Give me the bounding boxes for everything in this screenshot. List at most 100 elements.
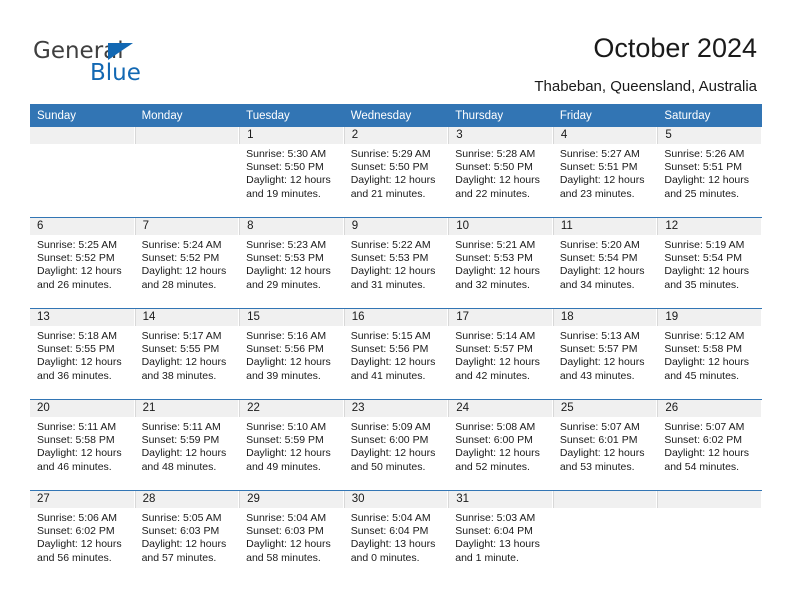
calendar-cell-inner: 11 Sunrise: 5:20 AM Sunset: 5:54 PM Dayligh… — [552, 218, 658, 308]
sunset-time: Sunset: 5:50 PM — [350, 161, 429, 174]
calendar-cell-day[interactable]: 29 Sunrise: 5:04 AM Sunset: 6:03 PM Dayligh… — [239, 490, 344, 581]
sunset-time: Sunset: 5:50 PM — [455, 161, 533, 174]
calendar-cell-day[interactable]: 15 Sunrise: 5:16 AM Sunset: 5:56 PM Dayligh… — [239, 308, 344, 400]
sunset-time: Sunset: 5:57 PM — [455, 343, 533, 356]
calendar-cell-day[interactable]: 4 Sunrise: 5:27 AM Sunset: 5:51 PM Daylight… — [552, 127, 658, 218]
daylight-line-2: and 57 minutes. — [141, 551, 217, 564]
sunset-time: Sunset: 6:02 PM — [664, 434, 743, 447]
calendar-cell-day[interactable]: 5 Sunrise: 5:26 AM Sunset: 5:51 PM Daylight… — [657, 127, 762, 218]
sunrise-time: Sunrise: 5:28 AM — [455, 148, 536, 160]
day-details: Sunrise: 5:19 AM Sunset: 5:54 PM Daylight:… — [657, 235, 762, 292]
calendar-cell-day[interactable]: 23 Sunrise: 5:09 AM Sunset: 6:00 PM Dayligh… — [343, 399, 449, 491]
calendar-cell-day[interactable]: 2 Sunrise: 5:29 AM Sunset: 5:50 PM Daylight… — [343, 127, 449, 218]
calendar-cell-day[interactable]: 8 Sunrise: 5:23 AM Sunset: 5:53 PM Daylight… — [239, 217, 344, 309]
calendar-cell-day[interactable]: 26 Sunrise: 5:07 AM Sunset: 6:02 PM Dayligh… — [657, 399, 762, 491]
calendar-cell-day[interactable]: 19 Sunrise: 5:12 AM Sunset: 5:58 PM Dayligh… — [657, 308, 762, 400]
sunset-time: Sunset: 5:51 PM — [559, 161, 638, 174]
day-number: 18 — [552, 309, 658, 326]
calendar-cell-inner — [134, 127, 240, 217]
calendar-cell-day[interactable]: 16 Sunrise: 5:15 AM Sunset: 5:56 PM Dayligh… — [343, 308, 449, 400]
calendar-cell-inner: 3 Sunrise: 5:28 AM Sunset: 5:50 PM Daylight… — [448, 127, 553, 217]
page-title: October 2024 — [593, 33, 757, 63]
calendar-cell-day[interactable]: 11 Sunrise: 5:20 AM Sunset: 5:54 PM Dayligh… — [552, 217, 658, 309]
logo-triangle-icon — [108, 43, 133, 60]
day-details: Sunrise: 5:04 AM Sunset: 6:03 PM Daylight:… — [239, 508, 344, 565]
day-number: 2 — [343, 127, 449, 144]
calendar-cell-inner: 5 Sunrise: 5:26 AM Sunset: 5:51 PM Daylight… — [657, 127, 762, 217]
calendar-cell-inner: 8 Sunrise: 5:23 AM Sunset: 5:53 PM Daylight… — [239, 218, 344, 308]
calendar-cell-day[interactable]: 3 Sunrise: 5:28 AM Sunset: 5:50 PM Daylight… — [448, 127, 553, 218]
daylight-line-1: Daylight: 12 hours — [559, 447, 645, 460]
calendar-cell-day[interactable]: 18 Sunrise: 5:13 AM Sunset: 5:57 PM Dayligh… — [552, 308, 658, 400]
daylight-line-1: Daylight: 12 hours — [350, 265, 436, 278]
day-number: 7 — [134, 218, 240, 235]
day-details: Sunrise: 5:30 AM Sunset: 5:50 PM Daylight:… — [239, 144, 344, 201]
daylight-line-1: Daylight: 12 hours — [246, 538, 331, 551]
calendar-cell-day[interactable]: 17 Sunrise: 5:14 AM Sunset: 5:57 PM Dayligh… — [448, 308, 553, 400]
calendar-cell-inner: 4 Sunrise: 5:27 AM Sunset: 5:51 PM Daylight… — [552, 127, 658, 217]
sunrise-time: Sunrise: 5:27 AM — [559, 148, 640, 160]
sunrise-time: Sunrise: 5:04 AM — [246, 512, 327, 524]
sunrise-time: Sunrise: 5:03 AM — [455, 512, 536, 524]
sunrise-time: Sunrise: 5:10 AM — [246, 421, 327, 433]
daylight-line-1: Daylight: 12 hours — [455, 447, 540, 460]
sunrise-time: Sunrise: 5:26 AM — [664, 148, 745, 160]
sunset-time: Sunset: 5:55 PM — [37, 343, 115, 356]
day-number: 22 — [239, 400, 344, 417]
sunset-time: Sunset: 6:03 PM — [246, 525, 324, 538]
day-number — [657, 491, 762, 508]
daylight-line-2: and 48 minutes. — [141, 460, 217, 473]
day-details: Sunrise: 5:12 AM Sunset: 5:58 PM Daylight:… — [657, 326, 762, 383]
daylight-line-1: Daylight: 12 hours — [455, 174, 540, 187]
calendar-cell-inner: 30 Sunrise: 5:04 AM Sunset: 6:04 PM Dayligh… — [343, 491, 449, 581]
weekday-header-tuesday: Tuesday — [239, 104, 344, 127]
calendar-cell-day[interactable]: 24 Sunrise: 5:08 AM Sunset: 6:00 PM Dayligh… — [448, 399, 553, 491]
daylight-line-1: Daylight: 12 hours — [37, 447, 122, 460]
day-number: 26 — [657, 400, 762, 417]
calendar-cell-day[interactable]: 20 Sunrise: 5:11 AM Sunset: 5:58 PM Dayligh… — [30, 399, 135, 491]
day-number: 15 — [239, 309, 344, 326]
day-details: Sunrise: 5:21 AM Sunset: 5:53 PM Daylight:… — [448, 235, 553, 292]
day-details: Sunrise: 5:04 AM Sunset: 6:04 PM Daylight:… — [344, 508, 449, 565]
day-number: 3 — [448, 127, 553, 144]
calendar-cell-day[interactable]: 28 Sunrise: 5:05 AM Sunset: 6:03 PM Dayligh… — [134, 490, 240, 581]
calendar-cell-day[interactable]: 27 Sunrise: 5:06 AM Sunset: 6:02 PM Dayligh… — [30, 490, 135, 581]
calendar-cell-day[interactable]: 21 Sunrise: 5:11 AM Sunset: 5:59 PM Dayligh… — [134, 399, 240, 491]
daylight-line-1: Daylight: 13 hours — [455, 538, 540, 551]
weekday-header-thursday: Thursday — [448, 104, 553, 127]
sunrise-time: Sunrise: 5:04 AM — [350, 512, 431, 524]
weekday-header-wednesday: Wednesday — [343, 104, 449, 127]
calendar-week-row: 20 Sunrise: 5:11 AM Sunset: 5:58 PM Dayligh… — [30, 399, 762, 491]
day-number: 29 — [239, 491, 344, 508]
calendar-cell-day[interactable]: 10 Sunrise: 5:21 AM Sunset: 5:53 PM Dayligh… — [448, 217, 553, 309]
calendar-cell-inner: 2 Sunrise: 5:29 AM Sunset: 5:50 PM Daylight… — [343, 127, 449, 217]
day-number — [134, 127, 240, 144]
calendar-week-row: 1 Sunrise: 5:30 AM Sunset: 5:50 PM Daylight… — [30, 127, 762, 218]
calendar-cell-day[interactable]: 25 Sunrise: 5:07 AM Sunset: 6:01 PM Dayligh… — [552, 399, 658, 491]
daylight-line-2: and 56 minutes. — [37, 551, 112, 564]
day-details: Sunrise: 5:07 AM Sunset: 6:02 PM Daylight:… — [657, 417, 762, 474]
sunrise-time: Sunrise: 5:09 AM — [350, 421, 431, 433]
sunset-time: Sunset: 5:53 PM — [350, 252, 429, 265]
calendar-cell-day[interactable]: 7 Sunrise: 5:24 AM Sunset: 5:52 PM Daylight… — [134, 217, 240, 309]
calendar-cell-day[interactable]: 13 Sunrise: 5:18 AM Sunset: 5:55 PM Dayligh… — [30, 308, 135, 400]
calendar-cell-inner: 15 Sunrise: 5:16 AM Sunset: 5:56 PM Dayligh… — [239, 309, 344, 399]
sunrise-time: Sunrise: 5:25 AM — [37, 239, 117, 251]
day-details: Sunrise: 5:28 AM Sunset: 5:50 PM Daylight:… — [448, 144, 553, 201]
sunrise-time: Sunrise: 5:18 AM — [37, 330, 117, 342]
calendar-cell-day[interactable]: 14 Sunrise: 5:17 AM Sunset: 5:55 PM Dayligh… — [134, 308, 240, 400]
calendar-cell-day[interactable]: 30 Sunrise: 5:04 AM Sunset: 6:04 PM Dayligh… — [343, 490, 449, 581]
calendar-cell-day[interactable]: 9 Sunrise: 5:22 AM Sunset: 5:53 PM Daylight… — [343, 217, 449, 309]
calendar-cell-day[interactable]: 6 Sunrise: 5:25 AM Sunset: 5:52 PM Daylight… — [30, 217, 135, 309]
day-details: Sunrise: 5:10 AM Sunset: 5:59 PM Daylight:… — [239, 417, 344, 474]
day-details: Sunrise: 5:20 AM Sunset: 5:54 PM Daylight:… — [553, 235, 658, 292]
daylight-line-1: Daylight: 12 hours — [664, 447, 750, 460]
calendar-cell-day[interactable]: 1 Sunrise: 5:30 AM Sunset: 5:50 PM Daylight… — [239, 127, 344, 218]
sunrise-time: Sunrise: 5:05 AM — [141, 512, 222, 524]
calendar-cell-day[interactable]: 22 Sunrise: 5:10 AM Sunset: 5:59 PM Dayligh… — [239, 399, 344, 491]
day-details: Sunrise: 5:25 AM Sunset: 5:52 PM Daylight:… — [30, 235, 135, 292]
calendar-body: 1 Sunrise: 5:30 AM Sunset: 5:50 PM Daylight… — [30, 127, 762, 581]
calendar-cell-day[interactable]: 31 Sunrise: 5:03 AM Sunset: 6:04 PM Dayligh… — [448, 490, 553, 581]
calendar-cell-day[interactable]: 12 Sunrise: 5:19 AM Sunset: 5:54 PM Dayligh… — [657, 217, 762, 309]
sunrise-time: Sunrise: 5:29 AM — [350, 148, 431, 160]
